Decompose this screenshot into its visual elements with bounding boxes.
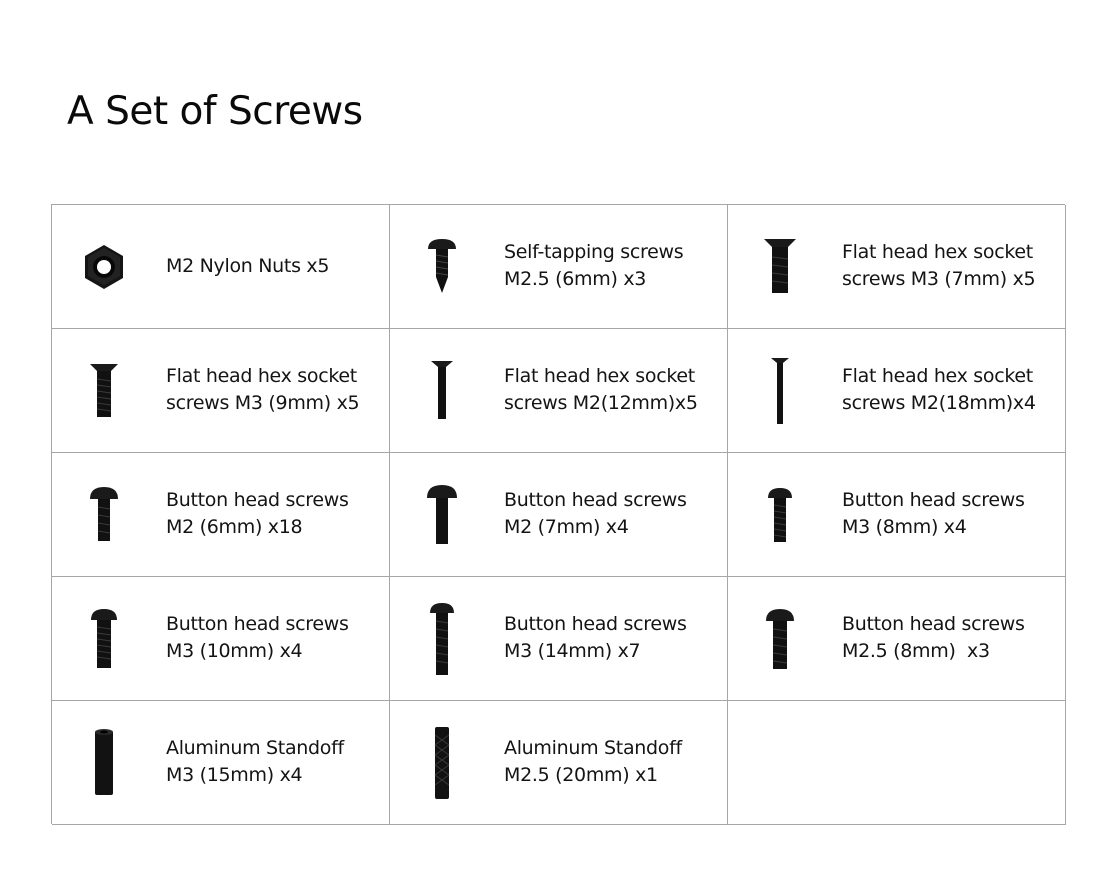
grid-cell-empty (728, 701, 1066, 825)
part-label-line: Flat head hex socket (842, 241, 1033, 263)
part-label: Button head screws M2 (6mm) x18 (166, 487, 388, 541)
grid-cell-button-head-m3-14mm: Button head screws M3 (14mm) x7 (390, 577, 728, 701)
grid-cell-button-head-m2-6mm: Button head screws M2 (6mm) x18 (52, 453, 390, 577)
button-head-screw-icon (752, 475, 808, 555)
part-label: M2 Nylon Nuts x5 (166, 253, 388, 280)
grid-cell-flat-head-m2-18mm: Flat head hex socket screws M2(18mm)x4 (728, 329, 1066, 453)
button-head-screw-icon (76, 599, 132, 679)
part-label-line: screws M2(12mm)x5 (504, 392, 698, 414)
flat-head-screw-icon (752, 227, 808, 307)
grid-cell-button-head-m2-5-8mm: Button head screws M2.5 (8mm) x3 (728, 577, 1066, 701)
grid-cell-standoff-m3-15mm: Aluminum Standoff M3 (15mm) x4 (52, 701, 390, 825)
part-label: Self-tapping screws M2.5 (6mm) x3 (504, 239, 726, 293)
part-label: Button head screws M2 (7mm) x4 (504, 487, 726, 541)
flat-head-screw-icon (76, 351, 132, 431)
part-label-line: Flat head hex socket (842, 365, 1033, 387)
part-label: Flat head hex socket screws M2(12mm)x5 (504, 363, 726, 417)
part-label: Flat head hex socket screws M3 (9mm) x5 (166, 363, 388, 417)
part-label: Button head screws M3 (8mm) x4 (842, 487, 1064, 541)
part-label-line: Button head screws (504, 489, 687, 511)
parts-grid: M2 Nylon Nuts x5 Self-tapping screws M2.… (51, 204, 1066, 825)
grid-cell-self-tapping-screws: Self-tapping screws M2.5 (6mm) x3 (390, 205, 728, 329)
part-label-line: screws M3 (9mm) x5 (166, 392, 360, 414)
page-title: A Set of Screws (67, 89, 363, 134)
part-label-line: Aluminum Standoff (504, 737, 682, 759)
part-label-line: Flat head hex socket (504, 365, 695, 387)
grid-cell-flat-head-m2-12mm: Flat head hex socket screws M2(12mm)x5 (390, 329, 728, 453)
button-head-screw-icon (76, 475, 132, 555)
part-label-line: M3 (10mm) x4 (166, 640, 303, 662)
standoff-icon (76, 723, 132, 803)
part-label-line: M2 Nylon Nuts x5 (166, 255, 330, 277)
part-label-line: Aluminum Standoff (166, 737, 344, 759)
grid-cell-button-head-m3-8mm: Button head screws M3 (8mm) x4 (728, 453, 1066, 577)
part-label: Button head screws M3 (14mm) x7 (504, 611, 726, 665)
part-label-line: Button head screws (504, 613, 687, 635)
part-label: Aluminum Standoff M2.5 (20mm) x1 (504, 735, 726, 789)
button-head-screw-icon (752, 599, 808, 679)
grid-cell-button-head-m2-7mm: Button head screws M2 (7mm) x4 (390, 453, 728, 577)
part-label-line: Self-tapping screws (504, 241, 684, 263)
part-label-line: M2.5 (20mm) x1 (504, 764, 658, 786)
part-label-line: Flat head hex socket (166, 365, 357, 387)
knurled-standoff-icon (414, 723, 470, 803)
hex-nut-icon (76, 227, 132, 307)
part-label-line: M3 (14mm) x7 (504, 640, 641, 662)
flat-head-screw-icon (414, 351, 470, 431)
part-label-line: M2.5 (8mm) x3 (842, 640, 990, 662)
grid-cell-button-head-m3-10mm: Button head screws M3 (10mm) x4 (52, 577, 390, 701)
part-label-line: Button head screws (842, 613, 1025, 635)
part-label-line: Button head screws (842, 489, 1025, 511)
part-label-line: screws M3 (7mm) x5 (842, 268, 1036, 290)
button-head-screw-icon (414, 599, 470, 679)
grid-cell-flat-head-m3-7mm: Flat head hex socket screws M3 (7mm) x5 (728, 205, 1066, 329)
part-label: Button head screws M3 (10mm) x4 (166, 611, 388, 665)
part-label-line: Button head screws (166, 613, 349, 635)
part-label: Flat head hex socket screws M2(18mm)x4 (842, 363, 1064, 417)
part-label-line: Button head screws (166, 489, 349, 511)
part-label: Aluminum Standoff M3 (15mm) x4 (166, 735, 388, 789)
self-tapping-screw-icon (414, 227, 470, 307)
part-label-line: M3 (15mm) x4 (166, 764, 303, 786)
part-label: Button head screws M2.5 (8mm) x3 (842, 611, 1064, 665)
part-label-line: M3 (8mm) x4 (842, 516, 967, 538)
part-label-line: M2 (7mm) x4 (504, 516, 629, 538)
grid-cell-m2-nylon-nuts: M2 Nylon Nuts x5 (52, 205, 390, 329)
flat-head-screw-icon (752, 351, 808, 431)
button-head-screw-icon (414, 475, 470, 555)
part-label-line: screws M2(18mm)x4 (842, 392, 1036, 414)
part-label: Flat head hex socket screws M3 (7mm) x5 (842, 239, 1064, 293)
part-label-line: M2 (6mm) x18 (166, 516, 303, 538)
grid-cell-flat-head-m3-9mm: Flat head hex socket screws M3 (9mm) x5 (52, 329, 390, 453)
grid-cell-standoff-m2-5-20mm: Aluminum Standoff M2.5 (20mm) x1 (390, 701, 728, 825)
part-label-line: M2.5 (6mm) x3 (504, 268, 647, 290)
